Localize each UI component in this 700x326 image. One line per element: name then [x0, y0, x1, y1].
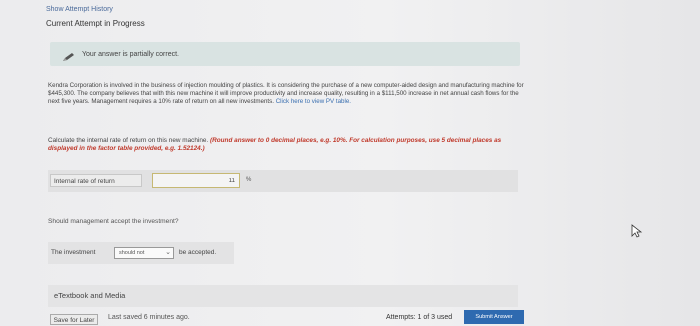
irr-label: Internal rate of return [50, 174, 142, 187]
percent-unit: % [246, 177, 252, 183]
decision-selected: should not [119, 250, 145, 256]
pencil-icon [62, 49, 76, 61]
decision-dropdown[interactable]: should not ⌄ [114, 247, 174, 259]
pv-table-link[interactable]: Click here to view PV table. [276, 98, 351, 105]
attempts-counter: Attempts: 1 of 3 used [386, 314, 453, 321]
decision-tail: be accepted. [179, 249, 217, 256]
alert-text: Your answer is partially correct. [82, 50, 180, 58]
save-for-later-button[interactable]: Save for Later [50, 314, 98, 325]
chevron-down-icon: ⌄ [165, 249, 171, 256]
problem-statement: Kendra Corporation is involved in the bu… [48, 82, 526, 107]
decision-lead: The investment [51, 249, 96, 256]
accept-question: Should management accept the investment? [48, 218, 179, 225]
show-attempt-history-link[interactable]: Show Attempt History [46, 6, 113, 13]
last-saved-text: Last saved 6 minutes ago. [108, 314, 190, 321]
decision-row: The investment should not ⌄ be accepted. [48, 242, 234, 264]
current-attempt-heading: Current Attempt in Progress [46, 19, 145, 28]
submit-answer-button[interactable]: Submit Answer [464, 310, 524, 324]
irr-input[interactable] [152, 173, 240, 188]
instruction-text: Calculate the internal rate of return on… [48, 137, 209, 144]
mouse-cursor-icon [631, 224, 643, 238]
etextbook-and-media[interactable]: eTextbook and Media [48, 285, 518, 307]
instruction: Calculate the internal rate of return on… [48, 137, 518, 154]
partial-correct-alert: Your answer is partially correct. [50, 42, 520, 66]
irr-answer-row: Internal rate of return % [48, 170, 518, 192]
